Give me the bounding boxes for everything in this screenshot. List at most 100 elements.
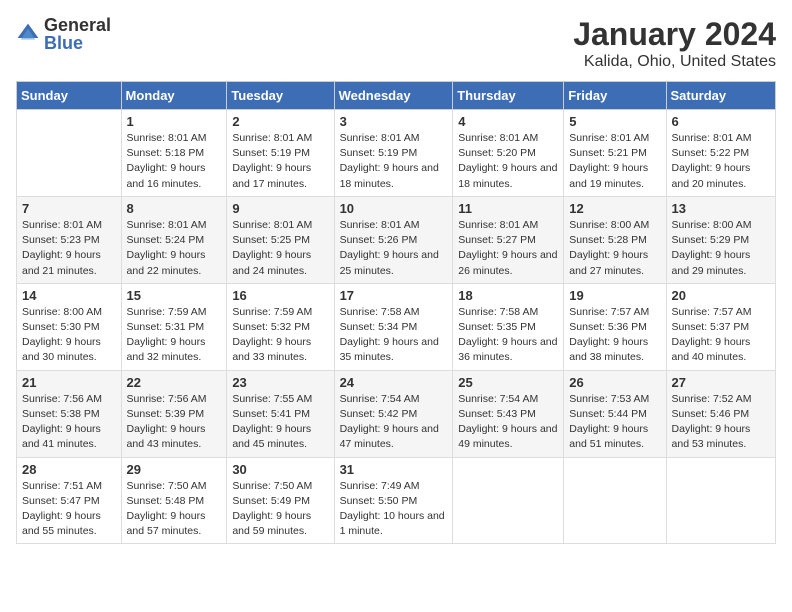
day-number: 25 (458, 375, 558, 390)
calendar-cell: 21Sunrise: 7:56 AMSunset: 5:38 PMDayligh… (17, 370, 122, 457)
calendar-cell: 28Sunrise: 7:51 AMSunset: 5:47 PMDayligh… (17, 457, 122, 544)
day-number: 6 (672, 114, 770, 129)
day-number: 22 (127, 375, 222, 390)
day-number: 19 (569, 288, 660, 303)
day-info: Sunrise: 7:51 AMSunset: 5:47 PMDaylight:… (22, 479, 116, 540)
calendar-cell: 1 Sunrise: 8:01 AMSunset: 5:18 PMDaylight… (121, 110, 227, 197)
calendar-cell: 6 Sunrise: 8:01 AMSunset: 5:22 PMDaylight… (666, 110, 775, 197)
day-number: 29 (127, 462, 222, 477)
calendar-cell: 24Sunrise: 7:54 AMSunset: 5:42 PMDayligh… (334, 370, 453, 457)
calendar-week-row: 1 Sunrise: 8:01 AMSunset: 5:18 PMDaylight… (17, 110, 776, 197)
day-info: Sunrise: 7:58 AMSunset: 5:35 PMDaylight:… (458, 305, 558, 366)
day-number: 12 (569, 201, 660, 216)
calendar-cell: 15Sunrise: 7:59 AMSunset: 5:31 PMDayligh… (121, 283, 227, 370)
day-info: Sunrise: 7:56 AMSunset: 5:39 PMDaylight:… (127, 392, 222, 453)
day-info: Sunrise: 7:49 AMSunset: 5:50 PMDaylight:… (340, 479, 448, 540)
page-subtitle: Kalida, Ohio, United States (573, 53, 776, 71)
day-number: 31 (340, 462, 448, 477)
calendar-cell: 17 Sunrise: 7:58 AMSunset: 5:34 PMDayligh… (334, 283, 453, 370)
calendar-table: SundayMondayTuesdayWednesdayThursdayFrid… (16, 81, 776, 544)
logo-text: General Blue (44, 16, 111, 52)
day-info: Sunrise: 8:01 AMSunset: 5:27 PMDaylight:… (458, 218, 558, 279)
calendar-cell: 4 Sunrise: 8:01 AMSunset: 5:20 PMDaylight… (453, 110, 564, 197)
logo: General Blue (16, 16, 111, 52)
title-block: January 2024 Kalida, Ohio, United States (573, 16, 776, 71)
calendar-cell: 7Sunrise: 8:01 AMSunset: 5:23 PMDaylight… (17, 196, 122, 283)
day-number: 17 (340, 288, 448, 303)
day-info: Sunrise: 7:50 AMSunset: 5:49 PMDaylight:… (232, 479, 328, 540)
day-info: Sunrise: 7:53 AMSunset: 5:44 PMDaylight:… (569, 392, 660, 453)
day-info: Sunrise: 8:01 AMSunset: 5:22 PMDaylight:… (672, 131, 770, 192)
logo-line2: Blue (44, 34, 111, 52)
calendar-cell: 5Sunrise: 8:01 AMSunset: 5:21 PMDaylight… (564, 110, 666, 197)
day-info: Sunrise: 8:01 AMSunset: 5:19 PMDaylight:… (232, 131, 328, 192)
day-number: 20 (672, 288, 770, 303)
calendar-cell: 10Sunrise: 8:01 AMSunset: 5:26 PMDayligh… (334, 196, 453, 283)
day-info: Sunrise: 7:59 AMSunset: 5:32 PMDaylight:… (232, 305, 328, 366)
day-info: Sunrise: 8:01 AMSunset: 5:21 PMDaylight:… (569, 131, 660, 192)
day-number: 4 (458, 114, 558, 129)
calendar-cell: 20 Sunrise: 7:57 AMSunset: 5:37 PMDayligh… (666, 283, 775, 370)
day-info: Sunrise: 7:52 AMSunset: 5:46 PMDaylight:… (672, 392, 770, 453)
calendar-cell: 8Sunrise: 8:01 AMSunset: 5:24 PMDaylight… (121, 196, 227, 283)
page-header: General Blue January 2024 Kalida, Ohio, … (16, 16, 776, 71)
calendar-cell (666, 457, 775, 544)
calendar-cell: 27 Sunrise: 7:52 AMSunset: 5:46 PMDayligh… (666, 370, 775, 457)
calendar-cell: 14Sunrise: 8:00 AMSunset: 5:30 PMDayligh… (17, 283, 122, 370)
calendar-cell: 25 Sunrise: 7:54 AMSunset: 5:43 PMDayligh… (453, 370, 564, 457)
calendar-week-row: 7Sunrise: 8:01 AMSunset: 5:23 PMDaylight… (17, 196, 776, 283)
calendar-week-row: 28Sunrise: 7:51 AMSunset: 5:47 PMDayligh… (17, 457, 776, 544)
calendar-cell: 19 Sunrise: 7:57 AMSunset: 5:36 PMDayligh… (564, 283, 666, 370)
col-header-monday: Monday (121, 82, 227, 110)
logo-icon (16, 22, 40, 46)
day-number: 7 (22, 201, 116, 216)
day-number: 27 (672, 375, 770, 390)
calendar-cell: 11 Sunrise: 8:01 AMSunset: 5:27 PMDayligh… (453, 196, 564, 283)
day-info: Sunrise: 8:00 AMSunset: 5:28 PMDaylight:… (569, 218, 660, 279)
day-number: 2 (232, 114, 328, 129)
calendar-cell: 2 Sunrise: 8:01 AMSunset: 5:19 PMDaylight… (227, 110, 334, 197)
day-number: 1 (127, 114, 222, 129)
day-number: 14 (22, 288, 116, 303)
day-number: 8 (127, 201, 222, 216)
logo-line1: General (44, 16, 111, 34)
day-number: 18 (458, 288, 558, 303)
calendar-cell: 3Sunrise: 8:01 AMSunset: 5:19 PMDaylight… (334, 110, 453, 197)
day-number: 30 (232, 462, 328, 477)
calendar-cell: 22 Sunrise: 7:56 AMSunset: 5:39 PMDayligh… (121, 370, 227, 457)
col-header-wednesday: Wednesday (334, 82, 453, 110)
day-info: Sunrise: 7:55 AMSunset: 5:41 PMDaylight:… (232, 392, 328, 453)
calendar-cell: 9 Sunrise: 8:01 AMSunset: 5:25 PMDaylight… (227, 196, 334, 283)
day-info: Sunrise: 7:58 AMSunset: 5:34 PMDaylight:… (340, 305, 448, 366)
page-title: January 2024 (573, 16, 776, 53)
calendar-cell: 13Sunrise: 8:00 AMSunset: 5:29 PMDayligh… (666, 196, 775, 283)
calendar-cell: 31 Sunrise: 7:49 AMSunset: 5:50 PMDayligh… (334, 457, 453, 544)
day-number: 9 (232, 201, 328, 216)
calendar-week-row: 21Sunrise: 7:56 AMSunset: 5:38 PMDayligh… (17, 370, 776, 457)
day-number: 16 (232, 288, 328, 303)
col-header-sunday: Sunday (17, 82, 122, 110)
day-number: 11 (458, 201, 558, 216)
day-info: Sunrise: 8:01 AMSunset: 5:19 PMDaylight:… (340, 131, 448, 192)
calendar-cell: 12 Sunrise: 8:00 AMSunset: 5:28 PMDayligh… (564, 196, 666, 283)
col-header-tuesday: Tuesday (227, 82, 334, 110)
day-info: Sunrise: 7:57 AMSunset: 5:37 PMDaylight:… (672, 305, 770, 366)
day-number: 24 (340, 375, 448, 390)
calendar-cell: 29Sunrise: 7:50 AMSunset: 5:48 PMDayligh… (121, 457, 227, 544)
calendar-cell: 18 Sunrise: 7:58 AMSunset: 5:35 PMDayligh… (453, 283, 564, 370)
day-info: Sunrise: 8:01 AMSunset: 5:18 PMDaylight:… (127, 131, 222, 192)
calendar-cell: 26 Sunrise: 7:53 AMSunset: 5:44 PMDayligh… (564, 370, 666, 457)
day-number: 26 (569, 375, 660, 390)
day-info: Sunrise: 8:00 AMSunset: 5:29 PMDaylight:… (672, 218, 770, 279)
calendar-header-row: SundayMondayTuesdayWednesdayThursdayFrid… (17, 82, 776, 110)
calendar-cell: 16 Sunrise: 7:59 AMSunset: 5:32 PMDayligh… (227, 283, 334, 370)
day-info: Sunrise: 7:57 AMSunset: 5:36 PMDaylight:… (569, 305, 660, 366)
day-info: Sunrise: 7:54 AMSunset: 5:43 PMDaylight:… (458, 392, 558, 453)
day-info: Sunrise: 8:01 AMSunset: 5:26 PMDaylight:… (340, 218, 448, 279)
calendar-cell: 23Sunrise: 7:55 AMSunset: 5:41 PMDayligh… (227, 370, 334, 457)
day-info: Sunrise: 7:56 AMSunset: 5:38 PMDaylight:… (22, 392, 116, 453)
day-number: 15 (127, 288, 222, 303)
day-info: Sunrise: 8:01 AMSunset: 5:25 PMDaylight:… (232, 218, 328, 279)
day-info: Sunrise: 8:01 AMSunset: 5:20 PMDaylight:… (458, 131, 558, 192)
col-header-saturday: Saturday (666, 82, 775, 110)
